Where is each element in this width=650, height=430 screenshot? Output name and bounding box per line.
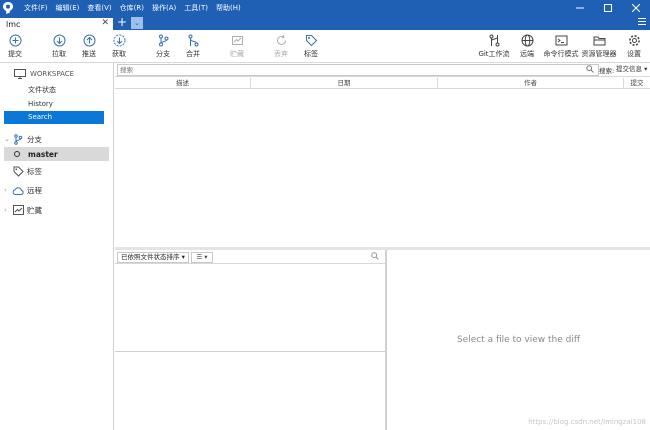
tab-label: lmc [6,19,21,29]
search-mode-select[interactable]: 提交信息 ▾ [614,64,650,76]
diff-pane: Select a file to view the diff [387,250,650,430]
commit-button[interactable]: 提交 [0,33,35,61]
sidebar-section-tags[interactable]: 标签 [4,164,110,178]
toolbar: 提交 拉取 推送 获取 分支 合并 贮藏 丢弃 标签 Git工作流 远端 命令行… [0,30,650,63]
terminal-button[interactable]: 命令行模式 [541,33,581,61]
fetch-icon [112,33,126,47]
menu-file[interactable]: 文件(F) [20,0,52,16]
column-date[interactable]: 日期 [251,78,438,89]
stash-button[interactable]: 贮藏 [217,33,257,61]
sidebar-section-branches[interactable]: ⌄ 分支 [4,132,110,146]
close-window-icon[interactable] [622,0,650,16]
branch-master[interactable]: master [4,147,109,161]
git-flow-icon [487,33,501,47]
workspace-header: WORKSPACE [14,69,74,79]
merge-icon [186,33,200,47]
sidebar-section-remotes[interactable]: › 远程 [4,183,110,197]
close-tab-icon[interactable]: ✕ [101,18,109,28]
title-bar: 文件(F) 编辑(E) 查看(V) 仓库(R) 操作(A) 工具(T) 帮助(H… [0,0,650,16]
sidebar-section-stashes[interactable]: › 贮藏 [4,203,110,217]
explorer-button[interactable]: 资源管理器 [579,33,619,61]
settings-button[interactable]: 设置 [614,33,650,61]
current-branch-icon [14,151,20,157]
plus-circle-icon [8,33,22,47]
menu-help[interactable]: 帮助(H) [212,0,245,16]
chevron-down-icon: ▾ [644,65,648,73]
search-bar: 搜索: 提交信息 ▾ [115,63,650,77]
branch-icon [156,33,170,47]
chevron-right-icon: › [4,206,7,214]
globe-icon [520,33,534,47]
column-commit[interactable]: 提交 [624,78,650,89]
menu-edit[interactable]: 编辑(E) [52,0,84,16]
arrow-up-circle-icon [82,33,96,47]
discard-icon [274,33,288,47]
stash-icon [12,204,24,216]
column-author[interactable]: 作者 [438,78,624,89]
branch-icon [12,133,24,145]
menu-view[interactable]: 查看(V) [83,0,115,16]
tag-button[interactable]: 标签 [291,33,331,61]
menu-actions[interactable]: 操作(A) [148,0,180,16]
terminal-icon [554,33,568,47]
sidebar-item-file-status[interactable]: 文件状态 [4,84,104,97]
commit-list-header: 描述 日期 作者 提交 [115,78,650,89]
tag-icon [12,165,24,177]
file-pane-divider[interactable] [115,351,385,352]
cloud-icon [12,184,24,196]
fetch-button[interactable]: 获取 [99,33,139,61]
search-label: 搜索: [599,67,615,75]
diff-placeholder: Select a file to view the diff [456,335,581,345]
tab-dropdown-button[interactable]: ⌄ [131,17,143,29]
tab-bar: lmc ✕ + ⌄ [0,16,650,30]
folder-icon [592,33,606,47]
menu-repository[interactable]: 仓库(R) [116,0,148,16]
tag-icon [304,33,318,47]
hamburger-menu-icon[interactable] [638,16,646,30]
chevron-right-icon: › [4,186,7,194]
file-sort-dropdown[interactable]: 已依照文件状态排序 ▾ [117,252,189,263]
watermark: https://blog.csdn.net/lmingzai108 [528,418,646,426]
menu-bar: 文件(F) 编辑(E) 查看(V) 仓库(R) 操作(A) 工具(T) 帮助(H… [20,0,245,16]
column-description[interactable]: 描述 [115,78,251,89]
window-controls [566,0,650,16]
menu-tools[interactable]: 工具(T) [180,0,212,16]
search-icon[interactable] [586,65,594,75]
monitor-icon [14,69,26,79]
tab-repository[interactable]: lmc ✕ [0,16,113,30]
arrow-down-circle-icon [52,33,66,47]
file-search-icon[interactable] [371,252,379,262]
sidebar: WORKSPACE 文件状态 History Search ⌄ 分支 maste… [0,63,114,430]
view-mode-dropdown[interactable]: ☰ ▾ [191,252,213,263]
add-tab-button[interactable]: + [116,16,128,30]
merge-button[interactable]: 合并 [173,33,213,61]
sidebar-item-search[interactable]: Search [4,111,104,124]
gear-icon [627,33,641,47]
file-pane-toolbar: 已依照文件状态排序 ▾ ☰ ▾ [115,250,385,264]
minimize-icon[interactable] [566,0,594,16]
search-input[interactable] [117,64,599,76]
sidebar-item-history[interactable]: History [4,98,104,111]
stash-icon [230,33,244,47]
sourcetree-logo-icon [0,0,16,16]
maximize-icon[interactable] [594,0,622,16]
chevron-down-icon: ⌄ [4,135,10,143]
